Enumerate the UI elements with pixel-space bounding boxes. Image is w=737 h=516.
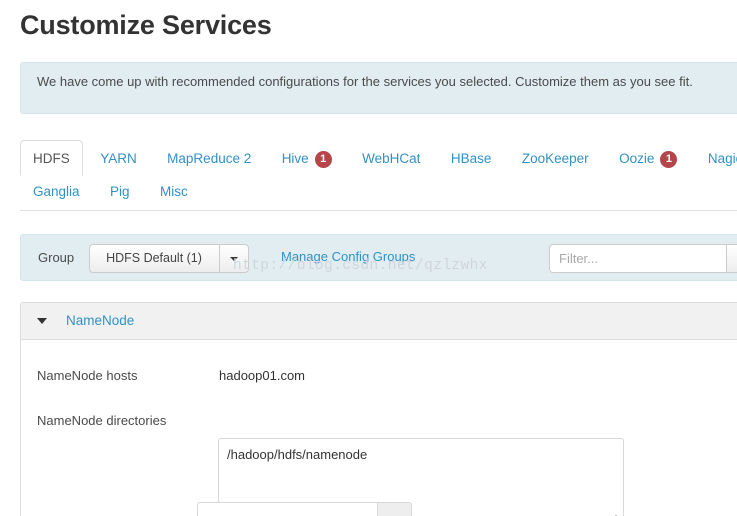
tab-nagios[interactable]: Nagios2 — [695, 140, 737, 176]
next-config-input-group — [197, 502, 412, 516]
next-config-input-addon-button[interactable] — [377, 502, 412, 516]
namenode-hosts-label: NameNode hosts — [37, 368, 138, 383]
service-tabs-row-1: HDFS YARN MapReduce 2 Hive 1 WebHCat HBas… — [20, 140, 737, 176]
namenode-panel-header[interactable]: NameNode — [21, 303, 737, 340]
caret-down-icon[interactable] — [37, 318, 47, 324]
filter-input[interactable] — [549, 244, 726, 273]
tab-label: Pig — [110, 184, 130, 199]
tab-hive[interactable]: Hive 1 — [269, 140, 345, 176]
filter-control — [549, 244, 737, 273]
filter-dropdown-toggle[interactable] — [726, 244, 737, 273]
namenode-hosts-value: hadoop01.com — [219, 368, 306, 383]
config-group-dropdown-toggle[interactable] — [219, 245, 248, 272]
tab-label: Oozie — [619, 151, 655, 166]
config-group-bar: Group HDFS Default (1) Manage Config Gro… — [20, 234, 737, 281]
tab-hbase[interactable]: HBase — [438, 140, 505, 176]
tab-label: Hive — [281, 151, 309, 166]
config-group-select[interactable]: HDFS Default (1) — [89, 244, 249, 273]
page-root: Customize Services We have come up with … — [0, 0, 737, 516]
alert-message: We have come up with recommended configu… — [37, 74, 693, 89]
service-tabs: HDFS YARN MapReduce 2 Hive 1 WebHCat HBas… — [20, 140, 737, 211]
manage-config-groups-link[interactable]: Manage Config Groups — [281, 249, 415, 264]
tab-oozie[interactable]: Oozie 1 — [606, 140, 690, 176]
service-tabs-row-2: Ganglia Pig Misc — [20, 175, 737, 210]
tab-badge: 1 — [660, 151, 678, 168]
tab-hdfs[interactable]: HDFS — [20, 140, 83, 176]
namenode-directories-label: NameNode directories — [37, 413, 167, 428]
tab-label: Ganglia — [33, 184, 80, 199]
tab-misc[interactable]: Misc — [147, 175, 201, 207]
tab-label: ZooKeeper — [521, 151, 589, 166]
tab-webhcat[interactable]: WebHCat — [349, 140, 433, 176]
tab-yarn[interactable]: YARN — [87, 140, 150, 176]
tab-pig[interactable]: Pig — [97, 175, 143, 207]
tab-mapreduce-2[interactable]: MapReduce 2 — [154, 140, 264, 176]
tab-ganglia[interactable]: Ganglia — [20, 175, 93, 207]
chevron-down-icon — [230, 256, 238, 261]
config-group-selected-value: HDFS Default (1) — [106, 251, 202, 265]
tab-label: HBase — [450, 151, 492, 166]
namenode-panel-body: NameNode hosts hadoop01.com NameNode dir… — [21, 340, 737, 516]
tab-label: MapReduce 2 — [167, 151, 252, 166]
namenode-panel-title[interactable]: NameNode — [66, 313, 134, 328]
tab-badge: 1 — [314, 151, 332, 168]
tab-label: HDFS — [33, 151, 70, 166]
tab-zookeeper[interactable]: ZooKeeper — [509, 140, 602, 176]
namenode-panel: NameNode NameNode hosts hadoop01.com Nam… — [20, 302, 737, 516]
recommendation-alert: We have come up with recommended configu… — [20, 62, 737, 114]
tab-label: Misc — [159, 184, 188, 199]
tab-label: WebHCat — [362, 151, 421, 166]
next-config-input[interactable] — [197, 502, 377, 516]
page-title: Customize Services — [20, 10, 272, 40]
tab-label: Nagios — [707, 151, 737, 166]
tab-label: YARN — [100, 151, 137, 166]
group-label: Group — [38, 250, 75, 265]
